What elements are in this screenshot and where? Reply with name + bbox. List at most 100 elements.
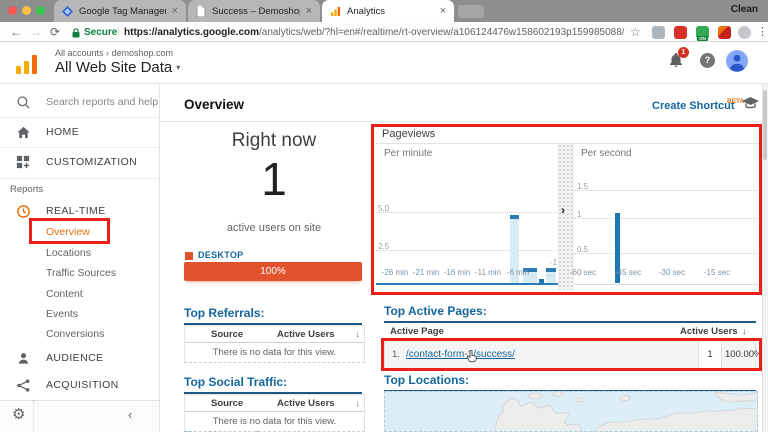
reload-button[interactable]: ⟳ <box>50 25 60 39</box>
desktop-legend-swatch <box>185 252 193 260</box>
gtm-favicon-icon <box>62 6 73 17</box>
top-active-pages-heading: Top Active Pages: <box>384 304 756 323</box>
desktop-legend-label: DESKTOP <box>198 250 243 260</box>
search-reports[interactable]: Search reports and help <box>0 87 159 117</box>
active-users-count: 1 <box>184 152 364 206</box>
lock-icon <box>72 28 80 38</box>
sidebar-item-label: ACQUISITION <box>46 379 119 391</box>
sidebar-item-customization[interactable]: CUSTOMIZATION <box>0 147 159 177</box>
column-header[interactable]: Active Page <box>390 326 444 337</box>
annotation-box-active-page-row <box>381 338 762 371</box>
browser-window: Google Tag Manager × Success – Demoshop … <box>0 0 768 432</box>
sort-arrow-icon[interactable]: ↓ <box>356 398 361 408</box>
url-divider: | <box>117 26 120 37</box>
world-map[interactable] <box>384 391 758 432</box>
view-selector[interactable]: All Web Site Data ▾ <box>55 59 180 76</box>
sort-arrow-icon[interactable]: ↓ <box>356 329 361 339</box>
mac-close-button[interactable] <box>8 6 17 15</box>
tab-success-demoshop[interactable]: Success – Demoshop × <box>188 0 320 22</box>
notification-badge: 1 <box>678 47 689 58</box>
empty-message: There is no data for this view. <box>185 343 364 363</box>
chevron-down-icon: ▾ <box>176 63 180 72</box>
url-path: /analytics/web/?hl=en#/realtime/rt-overv… <box>259 27 624 38</box>
annotation-box-pageviews <box>371 124 762 295</box>
sidebar-item-audience[interactable]: AUDIENCE <box>0 343 159 373</box>
scrollbar-thumb[interactable] <box>763 90 767 160</box>
column-header[interactable]: Active Users <box>680 326 738 337</box>
tab-google-tag-manager[interactable]: Google Tag Manager × <box>54 0 186 22</box>
page-title: Overview <box>184 97 244 112</box>
person-icon <box>16 351 32 366</box>
column-header[interactable]: Source <box>211 329 243 340</box>
back-button[interactable]: ← <box>10 25 22 39</box>
graduation-cap-icon[interactable] <box>742 97 759 111</box>
tab-close-icon[interactable]: × <box>172 5 178 17</box>
extension-icon[interactable] <box>674 26 687 39</box>
right-now-title: Right now <box>184 130 364 152</box>
sidebar-item-events[interactable]: Events <box>46 308 78 320</box>
url-bar[interactable]: https://analytics.google.com/analytics/w… <box>124 27 624 38</box>
extension-icon[interactable] <box>738 26 751 39</box>
top-social-table: Source Active Users ↓ There is no data f… <box>184 394 365 432</box>
desktop-percent-bar: 100% <box>184 262 362 281</box>
avatar[interactable] <box>726 50 748 72</box>
annotation-box-overview <box>29 218 110 244</box>
column-header[interactable]: Source <box>211 398 243 409</box>
extension-icon[interactable] <box>718 26 731 39</box>
home-icon <box>16 125 32 140</box>
top-referrals-table: Source Active Users ↓ There is no data f… <box>184 325 365 363</box>
sidebar-item-label: CUSTOMIZATION <box>46 156 137 168</box>
column-header[interactable]: Active Users <box>277 329 335 340</box>
active-users-subtitle: active users on site <box>184 222 364 234</box>
reports-section-label: Reports <box>10 184 43 195</box>
page-favicon-icon <box>196 5 206 17</box>
sidebar-item-content[interactable]: Content <box>46 288 83 300</box>
map-land-shapes <box>385 392 758 432</box>
new-tab-button[interactable] <box>458 5 484 18</box>
secure-label[interactable]: Secure <box>84 27 117 38</box>
url-host: https://analytics.google.com <box>124 27 259 38</box>
analytics-favicon-icon <box>330 6 341 17</box>
analytics-logo-icon <box>15 53 39 75</box>
column-header[interactable]: Active Users <box>277 398 335 409</box>
sidebar-item-home[interactable]: HOME <box>0 117 159 147</box>
sidebar-item-locations[interactable]: Locations <box>46 247 91 259</box>
tab-close-icon[interactable]: × <box>306 5 312 17</box>
top-referrals-heading: Top Referrals: <box>184 306 362 325</box>
tab-title: Analytics <box>347 6 434 17</box>
breadcrumb[interactable]: All accounts › demoshop.com <box>55 48 173 58</box>
tab-close-icon[interactable]: × <box>440 5 446 17</box>
tab-analytics[interactable]: Analytics × <box>322 0 454 22</box>
mac-zoom-button[interactable] <box>36 6 45 15</box>
sidebar-item-label: HOME <box>46 126 79 138</box>
sidebar-item-acquisition[interactable]: ACQUISITION <box>0 370 159 400</box>
search-input[interactable]: Search reports and help <box>46 96 158 108</box>
extension-icon[interactable]: ON <box>696 26 709 39</box>
sidebar-item-label: AUDIENCE <box>46 352 103 364</box>
create-shortcut-link[interactable]: Create Shortcut <box>652 100 735 112</box>
divider <box>160 121 762 122</box>
top-social-heading: Top Social Traffic: <box>184 375 362 394</box>
chrome-menu-icon[interactable]: ⋮ <box>757 25 768 38</box>
top-locations-heading: Top Locations: <box>384 373 756 392</box>
admin-gear-icon[interactable]: ⚙ <box>12 405 25 423</box>
sidebar-item-traffic-sources[interactable]: Traffic Sources <box>46 267 116 279</box>
help-button[interactable]: ? <box>700 53 715 68</box>
tab-title: Google Tag Manager <box>79 6 166 17</box>
bookmark-star-icon[interactable]: ☆ <box>630 25 641 39</box>
tab-strip: Google Tag Manager × Success – Demoshop … <box>0 0 768 22</box>
extension-icon[interactable] <box>652 26 665 39</box>
search-icon <box>16 95 32 110</box>
view-title: All Web Site Data <box>55 59 172 76</box>
sidebar-item-label: REAL-TIME <box>46 205 106 217</box>
collapse-sidebar-icon[interactable]: ‹ <box>128 407 132 422</box>
mac-minimize-button[interactable] <box>22 6 31 15</box>
share-network-icon <box>16 378 32 393</box>
chrome-profile-label[interactable]: Clean <box>731 4 758 15</box>
divider <box>0 178 159 179</box>
forward-button[interactable]: → <box>30 25 42 39</box>
clock-icon <box>16 204 32 219</box>
tab-title: Success – Demoshop <box>212 6 300 17</box>
sort-arrow-icon[interactable]: ↓ <box>742 326 747 336</box>
sidebar-item-conversions[interactable]: Conversions <box>46 328 104 340</box>
